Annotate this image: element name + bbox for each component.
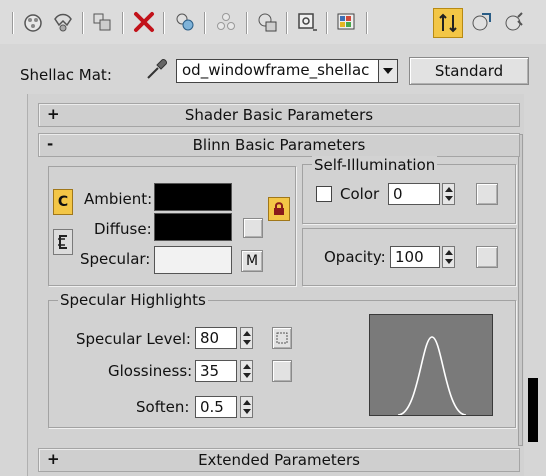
- self-illumination-color-checkbox[interactable]: [316, 186, 332, 202]
- soften-field[interactable]: 0.5: [195, 396, 237, 418]
- glossiness-label: Glossiness:: [108, 362, 193, 380]
- glossiness-spinner[interactable]: [240, 360, 253, 382]
- material-name-label: Shellac Mat:: [20, 66, 112, 84]
- toolbar-separator: [286, 12, 288, 34]
- chevron-down-icon: [383, 68, 393, 74]
- specular-level-spinner[interactable]: [240, 327, 253, 349]
- soften-spinner[interactable]: [240, 396, 253, 418]
- rollout-shader-basic-parameters[interactable]: + Shader Basic Parameters: [38, 103, 520, 127]
- material-type-button[interactable]: Standard: [409, 57, 529, 85]
- lock-link-icon: [58, 235, 67, 249]
- lock-icon: [274, 202, 284, 215]
- go-forward-icon[interactable]: [502, 11, 524, 33]
- material-id-icon[interactable]: [296, 11, 318, 33]
- specular-map-button[interactable]: M: [241, 250, 263, 272]
- glossiness-map-button[interactable]: [272, 360, 292, 382]
- specular-level-label: Specular Level:: [76, 330, 191, 348]
- toolbar-separator: [366, 12, 368, 34]
- lock-ambient-diffuse-button[interactable]: [268, 197, 290, 221]
- toolbar-separator: [12, 12, 14, 34]
- ambient-map-lock-button[interactable]: C: [53, 189, 73, 215]
- rollout-right-edge: [518, 134, 523, 446]
- opacity-label: Opacity:: [324, 248, 386, 266]
- toolbar-separator: [82, 12, 84, 34]
- toolbar-separator: [204, 12, 206, 34]
- opacity-value-field[interactable]: 100: [390, 246, 440, 268]
- diffuse-map-lock-button[interactable]: [53, 229, 73, 255]
- specular-level-map-button[interactable]: [272, 327, 292, 349]
- glossiness-field[interactable]: 35: [195, 360, 237, 382]
- make-copy-icon[interactable]: [174, 11, 196, 33]
- material-editor-toolbar: [0, 0, 546, 44]
- rollout-title: Shader Basic Parameters: [184, 106, 374, 124]
- highlight-curve: [397, 336, 467, 415]
- self-illumination-spinner[interactable]: [442, 183, 455, 205]
- opacity-map-button[interactable]: [476, 246, 498, 268]
- material-name-dropdown[interactable]: [378, 59, 398, 83]
- map-slot-icon: [276, 332, 288, 344]
- specular-highlights-title: Specular Highlights: [58, 291, 208, 309]
- opacity-spinner[interactable]: [442, 246, 455, 268]
- put-to-library-icon[interactable]: [256, 11, 278, 33]
- self-illumination-color-label: Color: [340, 185, 380, 203]
- go-to-parent-icon[interactable]: [470, 11, 492, 33]
- specular-label: Specular:: [80, 250, 151, 268]
- toolbar-separator: [246, 12, 248, 34]
- material-name-field[interactable]: od_windowframe_shellac: [176, 59, 378, 83]
- rollout-extended-parameters[interactable]: + Extended Parameters: [38, 448, 520, 472]
- specular-level-field[interactable]: 80: [195, 327, 237, 349]
- diffuse-label: Diffuse:: [94, 220, 152, 238]
- assign-material-icon[interactable]: [91, 11, 113, 33]
- soften-label: Soften:: [136, 398, 190, 416]
- make-unique-icon[interactable]: [215, 11, 237, 33]
- ambient-label: Ambient:: [84, 190, 153, 208]
- toolbar-separator: [122, 12, 124, 34]
- specular-color-swatch[interactable]: [154, 246, 232, 274]
- ambient-color-swatch[interactable]: [154, 183, 232, 211]
- rollout-title: Blinn Basic Parameters: [192, 136, 366, 154]
- get-material-icon[interactable]: [22, 11, 44, 33]
- panel-scrollbar-thumb[interactable]: [528, 378, 538, 442]
- rollout-blinn-basic-parameters[interactable]: - Blinn Basic Parameters: [38, 133, 520, 157]
- self-illumination-title: Self-Illumination: [312, 156, 438, 174]
- reset-maps-icon[interactable]: [133, 11, 155, 33]
- highlight-curve-graph: [369, 314, 493, 416]
- self-illumination-map-button[interactable]: [476, 183, 498, 205]
- put-to-scene-icon[interactable]: [52, 11, 74, 33]
- diffuse-color-swatch[interactable]: [154, 213, 232, 241]
- show-map-icon[interactable]: [336, 11, 358, 33]
- show-end-result-icon: [439, 13, 457, 33]
- eyedropper-icon[interactable]: [144, 56, 170, 82]
- diffuse-map-button[interactable]: [243, 218, 263, 238]
- toolbar-separator: [163, 12, 165, 34]
- self-illumination-value-field[interactable]: 0: [388, 183, 440, 205]
- toolbar-separator: [326, 12, 328, 34]
- rollout-title: Extended Parameters: [198, 451, 360, 469]
